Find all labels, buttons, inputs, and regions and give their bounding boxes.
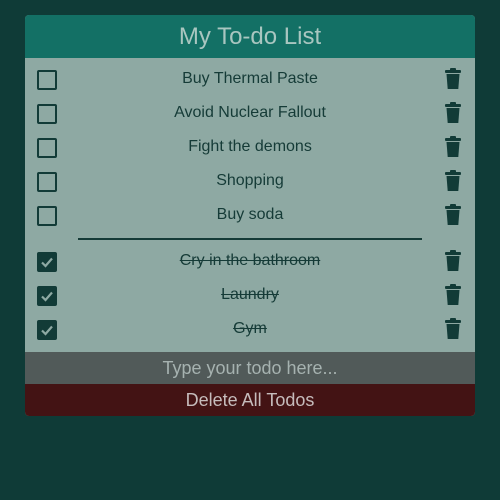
trash-icon[interactable] bbox=[443, 204, 463, 226]
trash-icon[interactable] bbox=[443, 102, 463, 124]
todo-label: Shopping bbox=[216, 172, 284, 189]
todo-label: Avoid Nuclear Fallout bbox=[174, 104, 326, 121]
checkbox-icon[interactable] bbox=[37, 138, 57, 158]
todo-label: Fight the demons bbox=[188, 138, 312, 155]
checkmark-icon bbox=[41, 291, 53, 302]
checkbox-checked-icon[interactable] bbox=[37, 320, 57, 340]
checkmark-icon bbox=[41, 257, 53, 268]
todo-item: Buy soda bbox=[25, 198, 475, 232]
todo-item: Avoid Nuclear Fallout bbox=[25, 96, 475, 130]
checkmark-icon bbox=[41, 325, 53, 336]
checkbox-icon[interactable] bbox=[37, 104, 57, 124]
trash-icon[interactable] bbox=[443, 170, 463, 192]
divider bbox=[78, 238, 422, 240]
delete-all-button[interactable]: Delete All Todos bbox=[25, 384, 475, 416]
trash-icon[interactable] bbox=[443, 136, 463, 158]
checkbox-checked-icon[interactable] bbox=[37, 252, 57, 272]
todo-item: Fight the demons bbox=[25, 130, 475, 164]
app-title: My To-do List bbox=[178, 22, 322, 50]
todo-item-completed: Gym bbox=[25, 312, 475, 346]
todo-item-completed: Laundry bbox=[25, 278, 475, 312]
checkbox-icon[interactable] bbox=[37, 172, 57, 192]
app-header: My To-do List bbox=[25, 15, 475, 58]
todo-app: My To-do List Buy Thermal Paste Avoid Nu… bbox=[25, 15, 475, 416]
todo-label: Laundry bbox=[221, 286, 279, 303]
checkbox-icon[interactable] bbox=[37, 206, 57, 226]
todo-label: Gym bbox=[233, 320, 267, 337]
todo-item: Buy Thermal Paste bbox=[25, 62, 475, 96]
todo-label: Buy soda bbox=[216, 206, 284, 223]
todo-item: Shopping bbox=[25, 164, 475, 198]
todo-item-completed: Cry in the bathroom bbox=[25, 244, 475, 278]
trash-icon[interactable] bbox=[443, 284, 463, 306]
todo-input[interactable] bbox=[25, 352, 475, 384]
todo-label: Cry in the bathroom bbox=[179, 252, 321, 269]
checkbox-checked-icon[interactable] bbox=[37, 286, 57, 306]
todo-list: Buy Thermal Paste Avoid Nuclear Fallout … bbox=[25, 58, 475, 352]
trash-icon[interactable] bbox=[443, 68, 463, 90]
todo-label: Buy Thermal Paste bbox=[182, 70, 318, 87]
checkbox-icon[interactable] bbox=[37, 70, 57, 90]
trash-icon[interactable] bbox=[443, 250, 463, 272]
trash-icon[interactable] bbox=[443, 318, 463, 340]
